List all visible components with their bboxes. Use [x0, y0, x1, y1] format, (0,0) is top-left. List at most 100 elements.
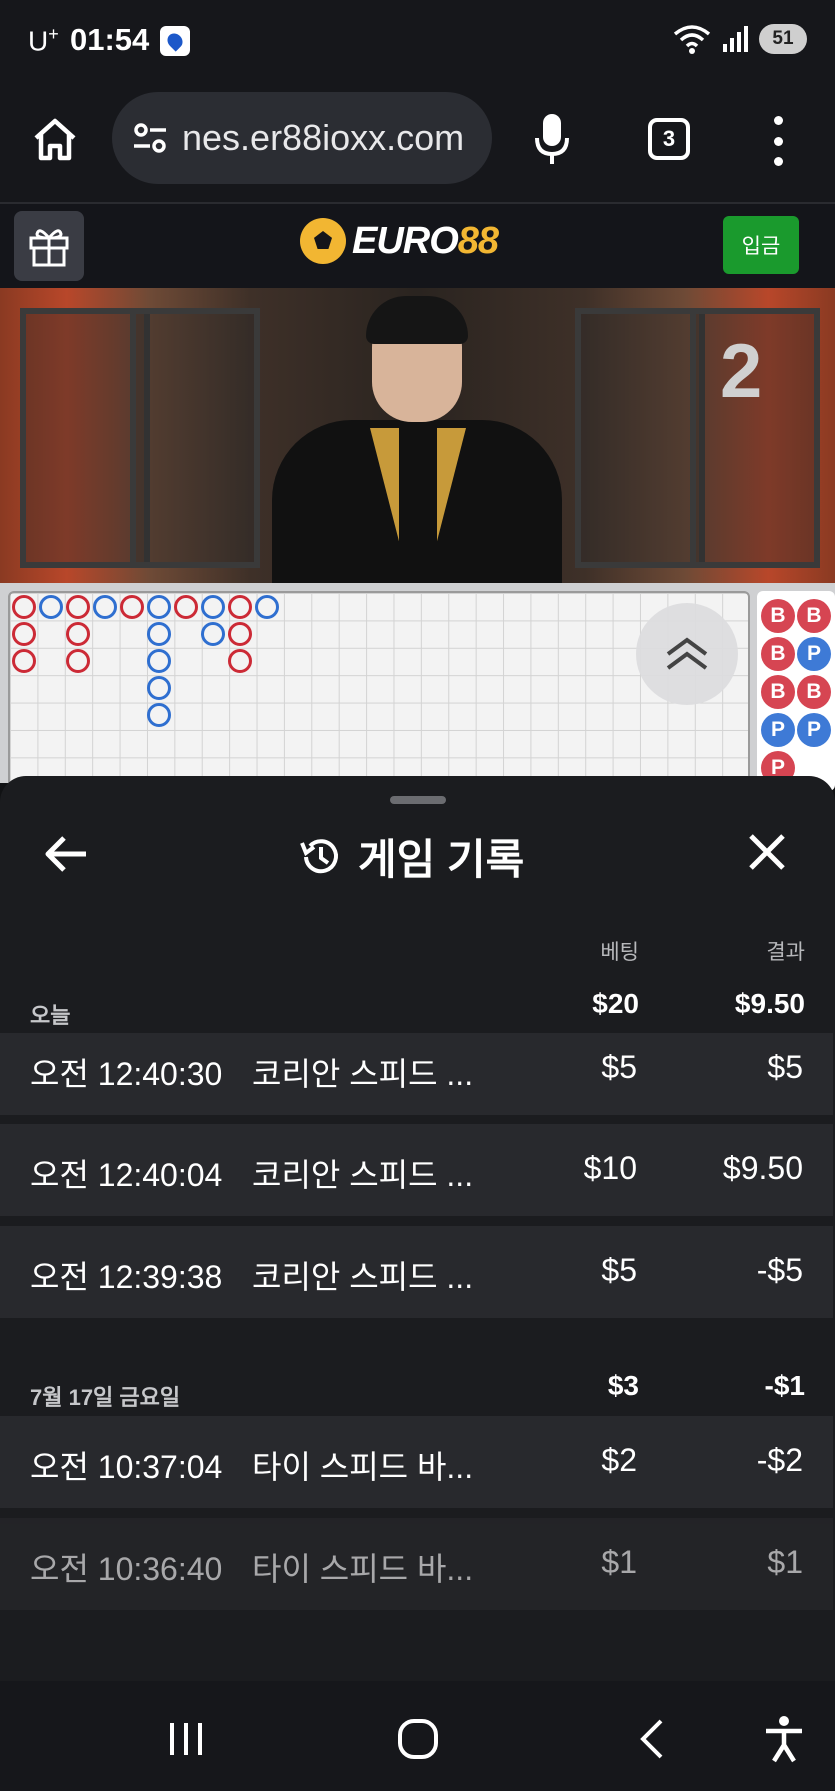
tab-switcher-button[interactable]: 3: [648, 118, 690, 160]
home-icon[interactable]: [30, 114, 80, 164]
row-game: 코리안 스피드 ...: [252, 1056, 474, 1092]
bead-mark: B: [797, 675, 831, 709]
game-history-sheet: 게임 기록 베팅 결과 오늘 $20 $9.50 오전 12:40:30 코리안…: [0, 776, 835, 1681]
back-arrow-icon[interactable]: [42, 830, 90, 878]
road-mark-player: [39, 595, 63, 619]
road-mark-banker: [12, 649, 36, 673]
road-mark-player: [201, 622, 225, 646]
history-icon: [300, 838, 338, 873]
road-mark-player: [93, 595, 117, 619]
road-mark-banker: [228, 622, 252, 646]
history-row[interactable]: 오전 12:39:38 코리안 스피드 ... $5 -$5: [0, 1226, 833, 1318]
microphone-icon[interactable]: [534, 112, 570, 166]
deposit-button[interactable]: 입금: [723, 216, 799, 274]
logo-88: 88: [457, 219, 499, 262]
euro88-logo[interactable]: EURO88: [300, 218, 499, 264]
group-date-label: 오늘: [30, 1003, 71, 1028]
road-mark-banker: [228, 649, 252, 673]
row-game: 타이 스피드 바...: [252, 1449, 474, 1485]
decor-panel: [575, 308, 705, 568]
url-text[interactable]: nes.er88ioxx.com: [182, 117, 482, 159]
row-game: 코리안 스피드 ...: [252, 1259, 474, 1295]
site-settings-icon[interactable]: [130, 118, 170, 158]
road-mark-player: [255, 595, 279, 619]
row-bet: $5: [601, 1049, 637, 1085]
carrier-text: U: [28, 25, 49, 57]
accessibility-icon[interactable]: [756, 1711, 812, 1767]
browser-toolbar: nes.er88ioxx.com 3: [0, 82, 835, 204]
row-result: -$2: [756, 1442, 803, 1478]
live-dealer-video[interactable]: 2: [0, 288, 835, 583]
row-result: $1: [767, 1544, 803, 1580]
road-mark-player: [147, 676, 171, 700]
bead-mark: B: [761, 637, 795, 671]
bead-mark: P: [761, 713, 795, 747]
group-result-total: $9.50: [734, 988, 805, 1019]
big-road-grid: [8, 591, 750, 791]
sheet-title-text: 게임 기록: [358, 836, 525, 883]
double-chevron-up-icon: [666, 637, 708, 670]
status-icons: 51: [673, 24, 807, 54]
road-mark-player: [201, 595, 225, 619]
maps-notification-icon: [160, 26, 190, 56]
address-bar[interactable]: nes.er88ioxx.com: [112, 92, 492, 184]
row-time: 오전 10:37:04: [30, 1449, 223, 1485]
row-time: 오전 12:40:30: [30, 1056, 223, 1092]
road-mark-banker: [66, 649, 90, 673]
history-row[interactable]: 오전 10:37:04 타이 스피드 바... $2 -$2: [0, 1416, 833, 1508]
road-mark-banker: [228, 595, 252, 619]
road-mark-banker: [12, 595, 36, 619]
row-game: 코리안 스피드 ...: [252, 1157, 474, 1193]
carrier-plus: +: [48, 24, 59, 44]
group-result-total: -$1: [764, 1370, 805, 1401]
logo-text: EURO88: [352, 219, 499, 263]
group-bet-total: $20: [592, 988, 639, 1019]
sheet-drag-handle[interactable]: [390, 796, 446, 804]
back-nav-icon[interactable]: [625, 1711, 681, 1767]
row-bet: $1: [601, 1544, 637, 1580]
row-time: 오전 10:36:40: [30, 1551, 223, 1587]
road-mark-banker: [12, 622, 36, 646]
home-nav-icon[interactable]: [390, 1711, 446, 1767]
carrier-label: U+: [28, 24, 59, 57]
more-options-icon[interactable]: [768, 116, 788, 166]
dealer-hair: [366, 296, 468, 344]
date-group-header: 7월 17일 금요일 $3 -$1: [0, 1358, 835, 1418]
column-header-result: 결과: [766, 941, 805, 964]
row-result: -$5: [756, 1252, 803, 1288]
road-mark-banker: [120, 595, 144, 619]
group-bet-total: $3: [607, 1370, 639, 1401]
gift-button[interactable]: [14, 211, 84, 281]
system-navigation-bar: [0, 1681, 835, 1791]
site-header: EURO88 입금: [0, 204, 835, 288]
wifi-icon: [673, 25, 711, 54]
bead-road: B B B P B B P P P: [757, 591, 835, 791]
recent-apps-icon[interactable]: [158, 1711, 214, 1767]
sheet-title: 게임 기록: [298, 826, 524, 887]
column-header-bet: 베팅: [600, 941, 639, 964]
history-row[interactable]: 오전 12:40:04 코리안 스피드 ... $10 $9.50: [0, 1124, 833, 1216]
row-bet: $5: [601, 1252, 637, 1288]
signal-icon: [723, 26, 748, 52]
road-mark-banker: [66, 622, 90, 646]
status-bar: U+ 01:54 51: [0, 0, 835, 82]
clock: 01:54: [70, 22, 150, 57]
road-mark-player: [147, 622, 171, 646]
row-result: $5: [767, 1049, 803, 1085]
road-mark-player: [147, 595, 171, 619]
expand-roadmap-button[interactable]: [636, 603, 738, 705]
row-time: 오전 12:40:04: [30, 1157, 223, 1193]
history-row[interactable]: 오전 10:36:40 타이 스피드 바... $1 $1: [0, 1518, 833, 1610]
date-group-header: 오늘 $20 $9.50: [0, 976, 835, 1036]
row-result: $9.50: [722, 1150, 803, 1186]
close-icon[interactable]: [745, 830, 789, 874]
history-row[interactable]: 오전 12:40:30 코리안 스피드 ... $5 $5: [0, 1033, 833, 1115]
road-mark-banker: [174, 595, 198, 619]
decor-panel: [130, 308, 260, 568]
soccer-ball-icon: [300, 218, 346, 264]
row-time: 오전 12:39:38: [30, 1259, 223, 1295]
battery-indicator: 51: [759, 24, 807, 54]
baccarat-roadmap: B B B P B B P P P: [0, 583, 835, 791]
bead-mark: B: [797, 599, 831, 633]
row-game: 타이 스피드 바...: [252, 1551, 474, 1587]
